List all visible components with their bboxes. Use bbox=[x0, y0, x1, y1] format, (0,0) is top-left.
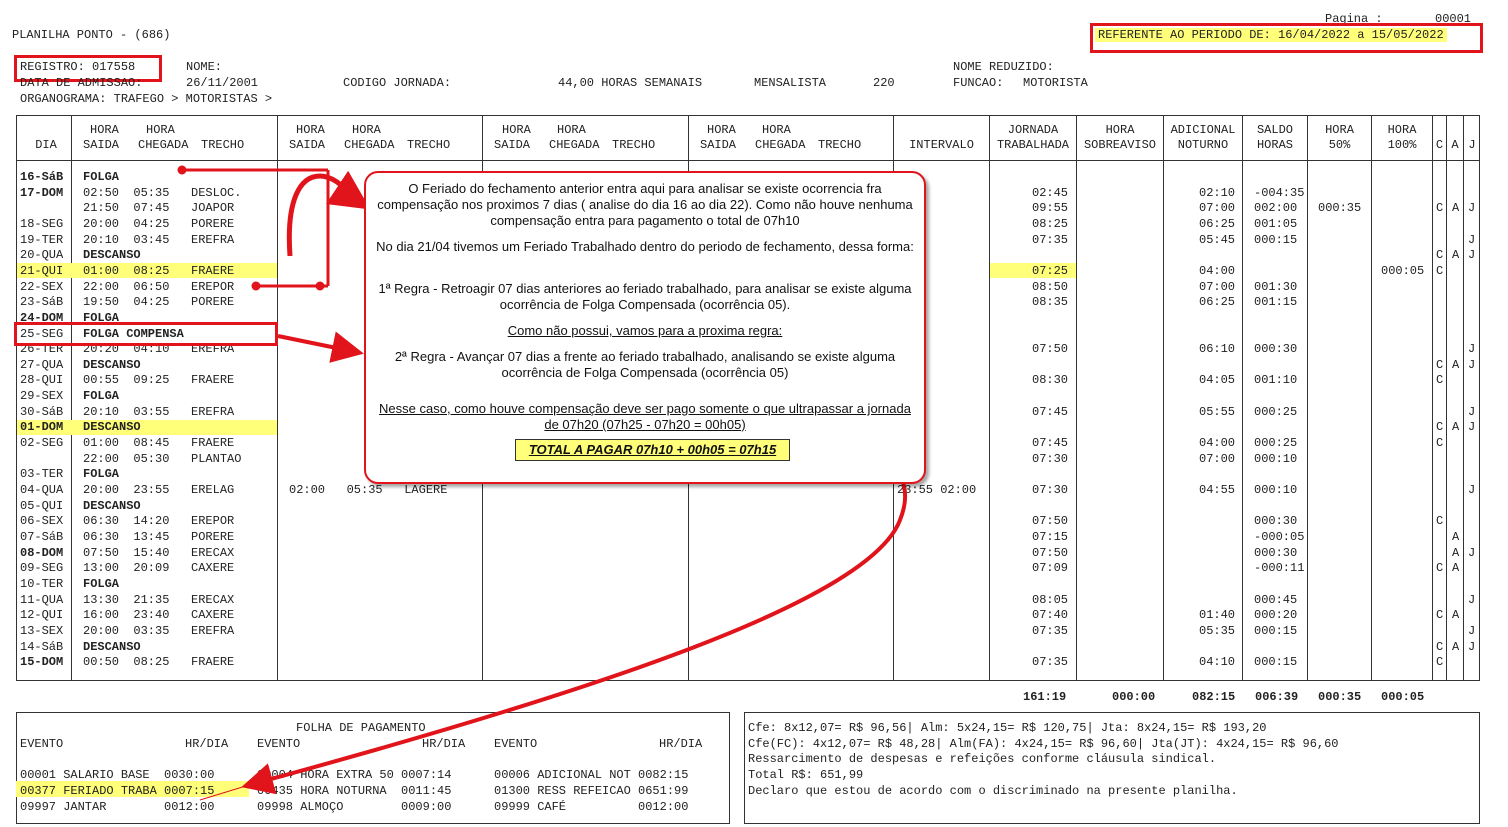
callout-p6: Nesse caso, como houve compensação deve … bbox=[379, 401, 911, 432]
callout-p2: No dia 21/04 tivemos um Feriado Trabalha… bbox=[376, 239, 914, 254]
callout-p1: O Feriado do fechamento anterior entra a… bbox=[377, 181, 913, 228]
arrow-total-to-feriado bbox=[199, 447, 907, 801]
arrow-feriado-anterior bbox=[177, 165, 371, 257]
explanation-callout: O Feriado do fechamento anterior entra a… bbox=[364, 171, 926, 484]
callout-p5: 2ª Regra - Avançar 07 dias a frente ao f… bbox=[394, 349, 896, 380]
arrow-folga-compensa bbox=[277, 331, 364, 363]
callout-p4: Como não possui, vamos para a proxima re… bbox=[507, 323, 783, 338]
callout-total: TOTAL A PAGAR 07h10 + 00h05 = 07h15 bbox=[515, 439, 790, 461]
callout-p3: 1ª Regra - Retroagir 07 dias anteriores … bbox=[378, 281, 912, 312]
